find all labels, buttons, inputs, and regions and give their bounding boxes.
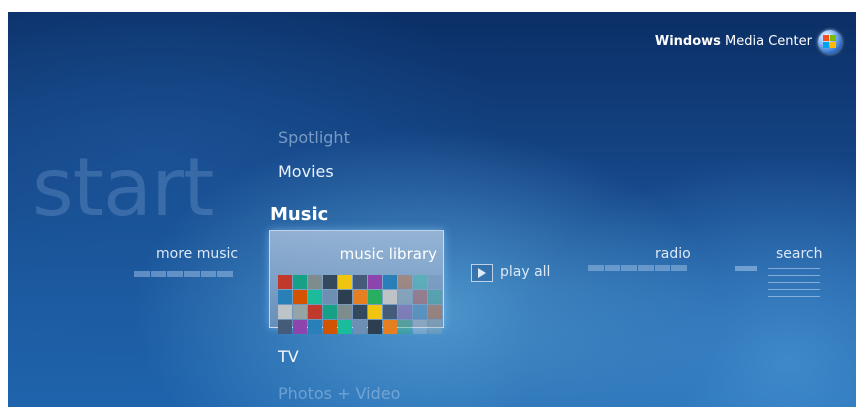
menu-item-photos-video[interactable]: Photos + Video xyxy=(278,384,400,403)
album-art-thumb xyxy=(353,320,367,334)
album-art-thumb xyxy=(383,320,397,334)
windows-orb-icon[interactable] xyxy=(818,30,842,54)
album-art-thumb xyxy=(368,290,382,304)
menu-item-music[interactable]: Music xyxy=(270,204,328,225)
play-all-label[interactable]: play all xyxy=(500,264,550,280)
album-art-thumb xyxy=(323,320,337,334)
album-art-thumb xyxy=(428,305,442,319)
album-art-thumb xyxy=(338,320,352,334)
album-art-thumb xyxy=(353,305,367,319)
album-art-thumb xyxy=(413,305,427,319)
album-art-thumb xyxy=(428,275,442,289)
album-art-thumb xyxy=(323,290,337,304)
album-art-thumb xyxy=(428,290,442,304)
album-art-thumb xyxy=(308,275,322,289)
album-art-thumb xyxy=(413,290,427,304)
menu-item-movies[interactable]: Movies xyxy=(278,162,334,181)
menu-item-tv[interactable]: TV xyxy=(278,347,299,366)
more-music-bar xyxy=(134,271,234,277)
album-art-thumb xyxy=(338,290,352,304)
album-art-thumb xyxy=(353,290,367,304)
album-art-thumb xyxy=(413,275,427,289)
album-art-thumb xyxy=(338,275,352,289)
album-art-thumb xyxy=(398,320,412,334)
more-music-label[interactable]: more music xyxy=(156,246,238,262)
album-art-thumb xyxy=(353,275,367,289)
album-art-thumb xyxy=(308,320,322,334)
album-art-thumb xyxy=(323,275,337,289)
album-art-thumb xyxy=(383,290,397,304)
album-art-thumb xyxy=(413,320,427,334)
album-art-thumb xyxy=(278,275,292,289)
album-art-thumb xyxy=(383,305,397,319)
album-art-thumb xyxy=(293,305,307,319)
album-art-thumb xyxy=(398,275,412,289)
app-brand: Windows Media Center xyxy=(655,34,812,49)
album-art-thumb xyxy=(278,305,292,319)
music-library-tile[interactable]: music library xyxy=(269,230,444,334)
album-art-thumb xyxy=(368,320,382,334)
album-art-grid xyxy=(278,275,442,334)
radio-bar xyxy=(588,265,688,271)
start-watermark: start xyxy=(32,141,214,234)
music-library-label: music library xyxy=(339,245,437,263)
album-art-thumb xyxy=(278,290,292,304)
album-art-thumb xyxy=(398,305,412,319)
album-art-thumb xyxy=(293,320,307,334)
search-label[interactable]: search xyxy=(776,246,823,262)
brand-rest: Media Center xyxy=(720,34,812,49)
brand-bold: Windows xyxy=(654,34,721,49)
radio-label[interactable]: radio xyxy=(655,246,691,262)
album-art-thumb xyxy=(293,275,307,289)
album-art-thumb xyxy=(278,320,292,334)
album-art-thumb xyxy=(293,290,307,304)
album-art-thumb xyxy=(323,305,337,319)
album-art-thumb xyxy=(308,290,322,304)
album-art-thumb xyxy=(428,320,442,334)
album-art-thumb xyxy=(368,275,382,289)
media-center-screen: Windows Media Center start Spotlight Mov… xyxy=(8,12,856,407)
album-art-thumb xyxy=(383,275,397,289)
menu-item-spotlight[interactable]: Spotlight xyxy=(278,128,350,147)
album-art-thumb xyxy=(308,305,322,319)
album-art-thumb xyxy=(368,305,382,319)
album-art-thumb xyxy=(398,290,412,304)
album-art-thumb xyxy=(338,305,352,319)
search-lines-icon xyxy=(768,268,820,303)
search-dash xyxy=(735,266,757,271)
play-icon[interactable] xyxy=(471,264,493,282)
